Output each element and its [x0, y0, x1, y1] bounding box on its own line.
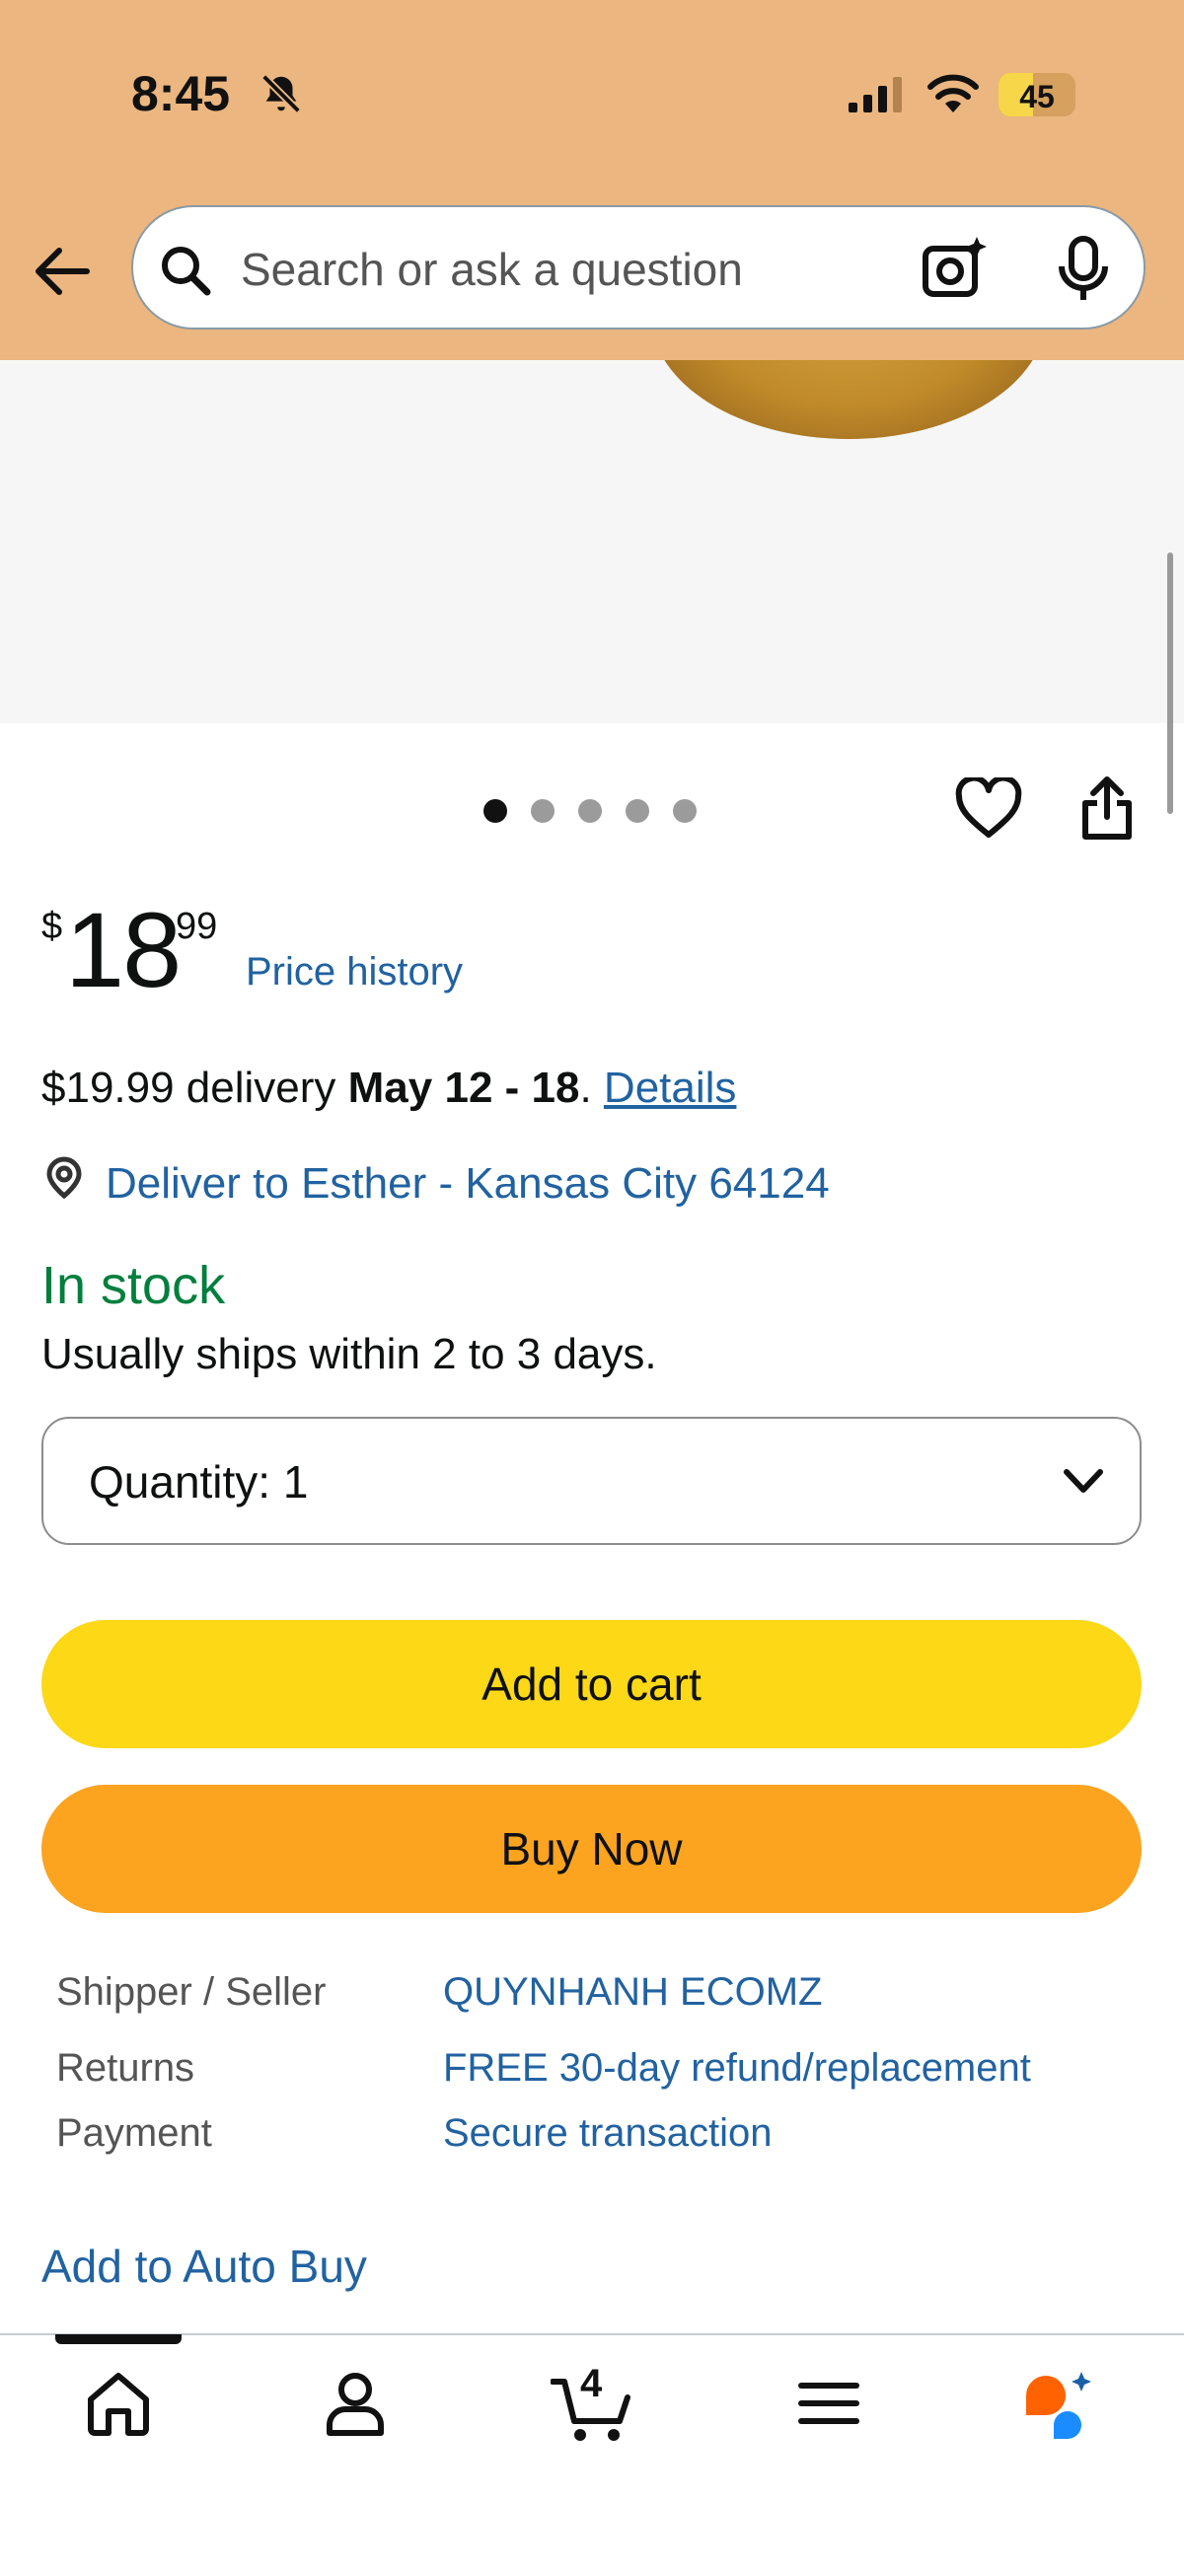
account-icon[interactable] — [320, 2368, 391, 2444]
status-time: 8:45 — [131, 66, 231, 121]
add-to-auto-buy-link[interactable]: Add to Auto Buy — [41, 2240, 367, 2293]
gallery-pagination-dots[interactable] — [483, 799, 697, 823]
battery-icon: 45 — [999, 73, 1075, 116]
quantity-value: 1 — [282, 1456, 309, 1508]
info-label-returns: Returns — [56, 2046, 195, 2090]
scrollbar[interactable] — [1167, 552, 1173, 814]
info-label-seller: Shipper / Seller — [56, 1970, 327, 2014]
location-pin-icon[interactable] — [41, 1156, 87, 1207]
menu-icon[interactable] — [797, 2368, 860, 2444]
heart-icon[interactable] — [955, 774, 1022, 844]
delivery-info: $19.99 delivery May 12 - 18. Details — [41, 1064, 737, 1112]
quantity-label[interactable]: Quantity: 1 — [89, 1455, 308, 1509]
bell-slash-icon — [259, 71, 304, 121]
microphone-icon[interactable] — [1054, 235, 1113, 307]
info-value-payment[interactable]: Secure transaction — [443, 2111, 773, 2156]
product-image — [651, 360, 1046, 439]
share-icon[interactable] — [1077, 775, 1137, 847]
delivery-details-link[interactable]: Details — [604, 1064, 737, 1112]
camera-lens-icon[interactable] — [918, 233, 989, 309]
buy-now-button[interactable]: Buy Now — [41, 1785, 1142, 1913]
price-whole: 18 — [65, 890, 182, 1009]
price-fraction: 99 — [176, 906, 218, 947]
gallery-dot[interactable] — [578, 799, 602, 823]
info-value-returns[interactable]: FREE 30-day refund/replacement — [443, 2046, 1031, 2091]
wifi-icon — [925, 71, 981, 119]
gallery-dot[interactable] — [673, 799, 697, 823]
delivery-cost: $19.99 delivery — [41, 1064, 336, 1112]
delivery-dates: May 12 - 18 — [347, 1064, 580, 1112]
nav-active-indicator — [55, 2334, 182, 2344]
deliver-to-link[interactable]: Deliver to Esther - Kansas City 64124 — [106, 1159, 830, 1209]
gallery-dot[interactable] — [483, 799, 507, 823]
back-button[interactable] — [30, 237, 99, 306]
home-icon[interactable] — [83, 2368, 154, 2444]
back-arrow-icon[interactable] — [30, 237, 99, 306]
info-value-seller[interactable]: QUYNHANH ECOMZ — [443, 1970, 822, 2015]
battery-level: 45 — [1019, 79, 1055, 114]
info-label-payment: Payment — [56, 2111, 212, 2155]
quantity-label-text: Quantity: — [89, 1456, 271, 1508]
price-history-link[interactable]: Price history — [246, 950, 463, 994]
price-symbol: $ — [41, 906, 63, 947]
add-to-cart-button[interactable]: Add to cart — [41, 1620, 1142, 1748]
ships-within-text: Usually ships within 2 to 3 days. — [41, 1330, 657, 1378]
gallery-dot[interactable] — [531, 799, 555, 823]
chevron-down-icon[interactable] — [1061, 1462, 1106, 1507]
stock-status: In stock — [41, 1256, 226, 1315]
rufus-assistant-icon[interactable] — [1020, 2368, 1099, 2448]
product-image-gallery[interactable] — [0, 360, 1184, 723]
cart-count-badge[interactable]: 4 — [580, 2362, 602, 2406]
cellular-signal-icon — [847, 75, 906, 119]
search-icon[interactable] — [158, 243, 213, 303]
gallery-dot[interactable] — [626, 799, 649, 823]
search-placeholder[interactable]: Search or ask a question — [241, 243, 743, 296]
